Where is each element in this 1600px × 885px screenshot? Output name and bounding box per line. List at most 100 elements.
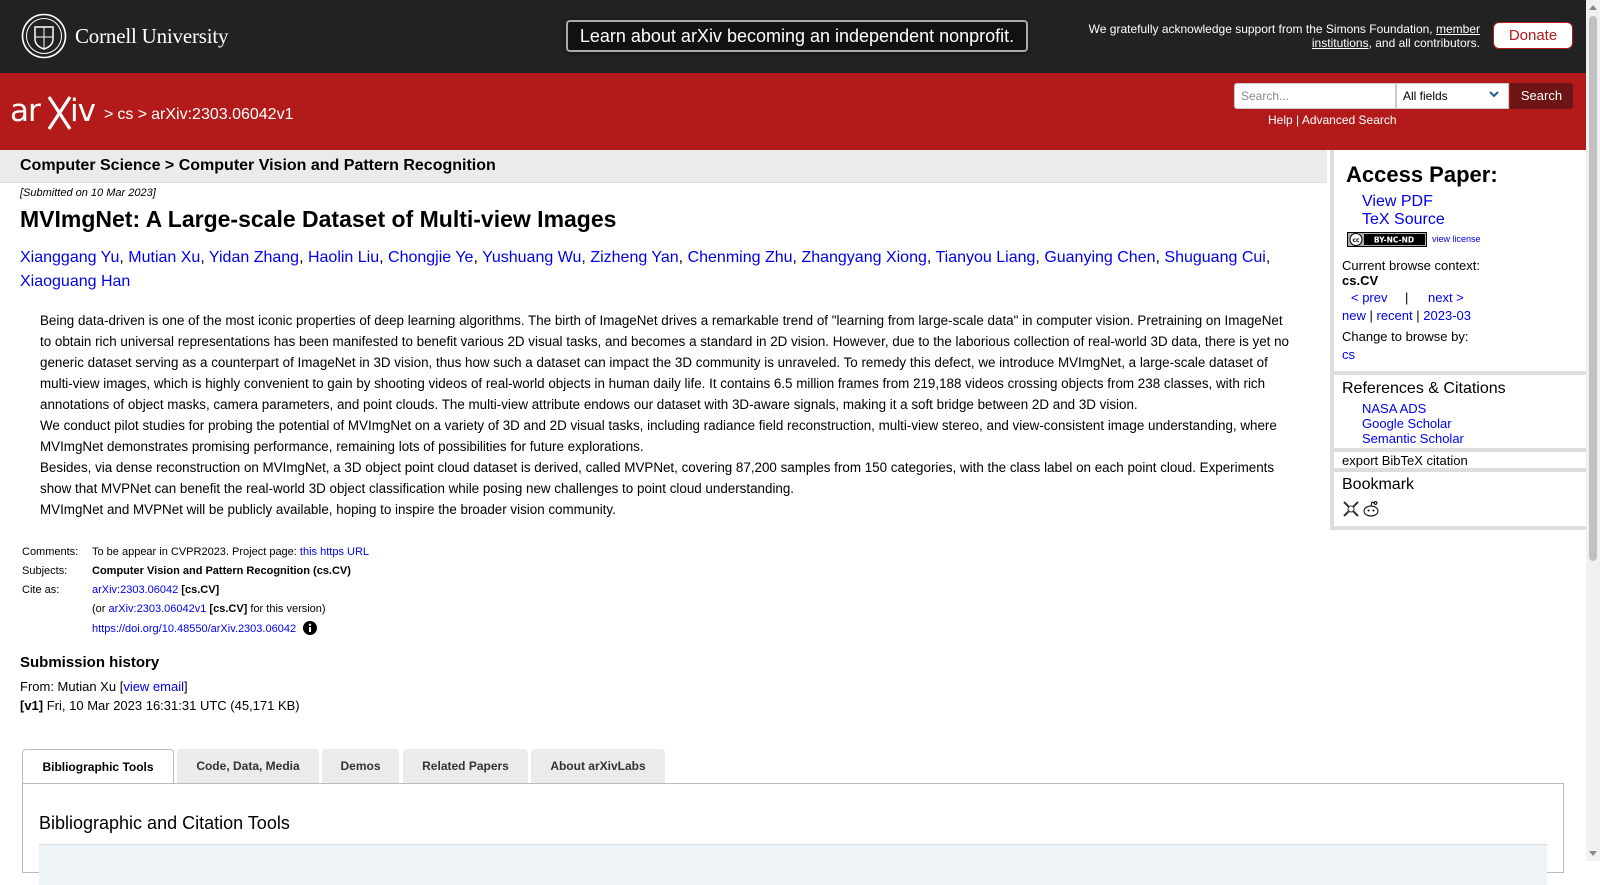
svg-text:iv: iv [70,93,96,129]
view-pdf-link[interactable]: View PDF [1362,193,1433,211]
doi-row: https://doi.org/10.48550/arXiv.2303.0604… [20,619,371,639]
cite-id-link[interactable]: arXiv:2303.06042 [92,584,178,596]
paper-title: MVImgNet: A Large-scale Dataset of Multi… [20,206,617,232]
cite-version-link[interactable]: arXiv:2303.06042v1 [109,603,207,615]
svg-text:ar: ar [10,93,41,129]
author-link[interactable]: Chongjie Ye [388,249,473,266]
cornell-seal-icon [21,13,67,59]
cite-label: Cite as: [22,584,60,596]
change-browse-label: Change to browse by: [1342,329,1469,344]
breadcrumb-cs[interactable]: cs [117,106,133,123]
doi-value: https://doi.org/10.48550/arXiv.2303.0604… [90,619,371,639]
nav-sep: | [1405,290,1409,305]
recent-link[interactable]: recent [1377,308,1413,323]
export-bibtex-link[interactable]: export BibTeX citation [1342,453,1468,468]
author-link[interactable]: Tianyou Liang [935,249,1035,266]
help-link[interactable]: Help [1268,113,1293,127]
submission-history-heading: Submission history [20,654,160,671]
author-sep: , [473,249,478,266]
next-link[interactable]: next > [1428,290,1464,305]
google-scholar-link[interactable]: Google Scholar [1362,416,1452,431]
browse-cs-link[interactable]: cs [1342,347,1355,362]
breadcrumb: > cs > arXiv:2303.06042v1 [104,106,297,124]
author-link[interactable]: Zizheng Yan [590,249,678,266]
view-license-link[interactable]: view license [1432,234,1481,244]
author-link[interactable]: Xianggang Yu [20,249,119,266]
author-link[interactable]: Shuguang Cui [1164,249,1265,266]
author-link[interactable]: Mutian Xu [128,249,200,266]
tex-source-link[interactable]: TeX Source [1362,211,1445,229]
cc-license-badge[interactable]: cc BY-NC-ND [1347,232,1427,247]
cite-or: (or [92,603,109,615]
author-sep: , [379,249,384,266]
author-sep: , [1155,249,1160,266]
nasa-ads-link[interactable]: NASA ADS [1362,401,1426,416]
author-link[interactable]: Chenming Zhu [688,249,793,266]
cite-row: Cite as: arXiv:2303.06042 [cs.CV] [20,581,371,600]
announcement-banner[interactable]: Learn about arXiv becoming an independen… [566,20,1028,52]
author-sep: , [1035,249,1040,266]
prev-link[interactable]: < prev [1351,290,1388,305]
author-link[interactable]: Yushuang Wu [482,249,581,266]
semantic-scholar-link[interactable]: Semantic Scholar [1362,431,1464,446]
author-sep: , [119,249,124,266]
breadcrumb-sep: > [104,106,114,123]
new-link[interactable]: new [1342,308,1366,323]
cite-value: arXiv:2303.06042 [cs.CV] [90,581,371,600]
category-bar: Computer Science > Computer Vision and P… [0,150,1327,183]
scroll-up-arrow-icon[interactable] [1589,5,1597,10]
subjects-row: Subjects: Computer Vision and Pattern Re… [20,562,371,581]
abstract-paragraph: Besides, via dense reconstruction on MVI… [40,460,1275,496]
search-field-select[interactable]: All fields [1396,83,1509,109]
reddit-icon[interactable] [1362,500,1380,518]
doi-link[interactable]: https://doi.org/10.48550/arXiv.2303.0604… [92,623,296,635]
tab-related-papers[interactable]: Related Papers [403,749,528,783]
arxiv-logo[interactable]: ar iv [10,93,100,131]
bibsonomy-icon[interactable] [1342,500,1360,518]
arxiv-header: ar iv > cs > arXiv:2303.06042v1 Search... … [0,73,1586,150]
author-link[interactable]: Zhangyang Xiong [801,249,926,266]
support-suffix: , and all contributors. [1368,36,1480,50]
donate-button[interactable]: Donate [1493,22,1573,49]
institution-name: Cornell University [75,23,229,48]
license-badge-text: BY-NC-ND [1374,236,1414,245]
tab-about-arxivlabs[interactable]: About arXivLabs [531,749,665,783]
comments-row: Comments: To be appear in CVPR2023. Proj… [20,543,371,562]
scroll-down-arrow-icon[interactable] [1589,851,1597,856]
author-link[interactable]: Haolin Liu [308,249,379,266]
top-bar: Cornell University Learn about arXiv bec… [0,0,1600,73]
search-button[interactable]: Search [1510,83,1573,109]
tab-code-data-media[interactable]: Code, Data, Media [177,749,319,783]
breadcrumb-id: arXiv:2303.06042v1 [151,106,294,123]
tab-bibliographic-tools[interactable]: Bibliographic Tools [22,749,174,784]
abstract-paragraph: Being data-driven is one of the most ico… [40,313,1289,412]
empty-cell [20,619,90,639]
submitted-date: [Submitted on 10 Mar 2023] [20,187,156,199]
advanced-search-link[interactable]: Advanced Search [1302,113,1397,127]
from-suffix: ] [184,679,188,694]
author-sep: , [678,249,684,266]
author-list: Xianggang Yu, Mutian Xu, Yidan Zhang, Ha… [20,246,1310,294]
info-icon[interactable] [303,621,318,635]
tab-demos[interactable]: Demos [322,749,399,783]
author-link[interactable]: Xiaoguang Han [20,273,130,290]
view-email-link[interactable]: view email [123,679,184,694]
abstract-paragraph: MVImgNet and MVPNet will be publicly ava… [40,502,616,517]
cite-version-row: (or arXiv:2303.06042v1 [cs.CV] for this … [20,600,371,619]
project-page-link[interactable]: this https URL [300,546,369,558]
cornell-logo[interactable]: Cornell University [21,13,228,59]
support-prefix: We gratefully acknowledge support from t… [1088,22,1433,36]
author-sep: , [792,249,797,266]
scroll-thumb[interactable] [1589,16,1597,561]
month-link[interactable]: 2023-03 [1423,308,1471,323]
author-link[interactable]: Yidan Zhang [209,249,299,266]
support-text: We gratefully acknowledge support from t… [1068,22,1480,50]
author-link[interactable]: Guanying Chen [1044,249,1155,266]
search-help-links: Help | Advanced Search [1268,113,1397,127]
breadcrumb-sep: > [137,106,148,123]
tab-panel: Bibliographic and Citation Tools [22,783,1564,885]
search-field-value: All fields [1403,89,1448,103]
submission-from: From: Mutian Xu [view email] [20,679,188,694]
search-input[interactable]: Search... [1234,83,1396,109]
page-scrollbar[interactable] [1586,0,1600,861]
